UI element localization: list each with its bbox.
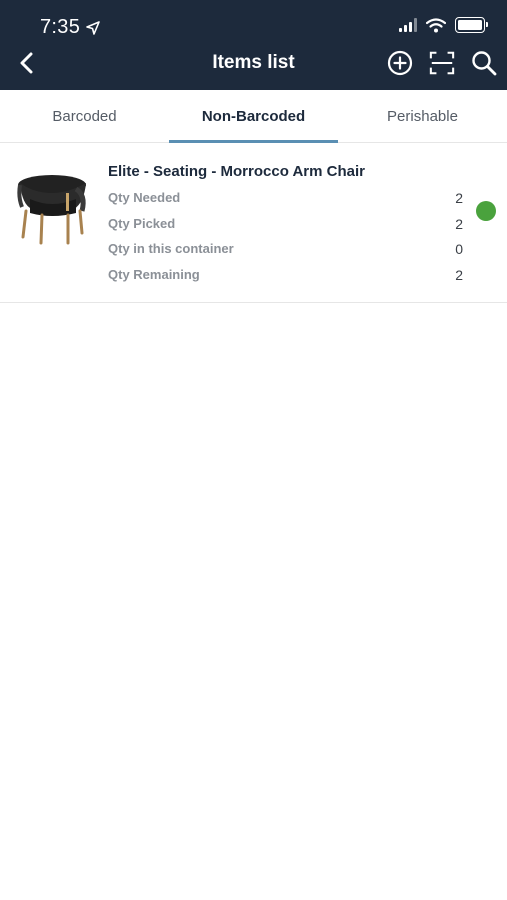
status-time-text: 7:35 (40, 16, 81, 38)
qty-remaining-row: Qty Remaining 2 (108, 267, 463, 283)
barcode-scan-icon (429, 51, 455, 75)
app-header: 7:35 Items list (0, 0, 507, 90)
location-arrow-icon (86, 20, 100, 35)
tab-non-barcoded[interactable]: Non-Barcoded (169, 90, 338, 143)
cellular-signal-icon (399, 18, 417, 32)
tab-perishable[interactable]: Perishable (338, 90, 507, 142)
nav-actions (387, 50, 497, 76)
search-icon (472, 51, 497, 76)
item-thumbnail (16, 163, 94, 249)
qty-picked-label: Qty Picked (108, 216, 176, 231)
tab-bar: Barcoded Non-Barcoded Perishable (0, 90, 507, 143)
qty-needed-label: Qty Needed (108, 190, 181, 205)
qty-container-value: 0 (455, 241, 463, 257)
item-title: Elite - Seating - Morrocco Arm Chair (108, 163, 365, 180)
add-button[interactable] (387, 50, 413, 76)
add-circle-icon (387, 50, 413, 76)
battery-icon (455, 17, 488, 33)
qty-container-row: Qty in this container 0 (108, 241, 463, 257)
list-item[interactable]: Elite - Seating - Morrocco Arm Chair Qty… (0, 143, 507, 303)
qty-remaining-label: Qty Remaining (108, 267, 200, 282)
status-indicators (399, 17, 488, 33)
status-time: 7:35 (40, 16, 100, 39)
qty-needed-row: Qty Needed 2 (108, 190, 463, 206)
qty-picked-row: Qty Picked 2 (108, 216, 463, 232)
qty-picked-value: 2 (455, 216, 463, 232)
qty-container-label: Qty in this container (108, 241, 234, 256)
scan-button[interactable] (429, 50, 455, 76)
wifi-icon (426, 17, 446, 32)
qty-needed-value: 2 (455, 190, 463, 206)
status-indicator-dot (476, 201, 496, 221)
qty-remaining-value: 2 (455, 267, 463, 283)
tab-barcoded[interactable]: Barcoded (0, 90, 169, 142)
search-button[interactable] (471, 50, 497, 76)
